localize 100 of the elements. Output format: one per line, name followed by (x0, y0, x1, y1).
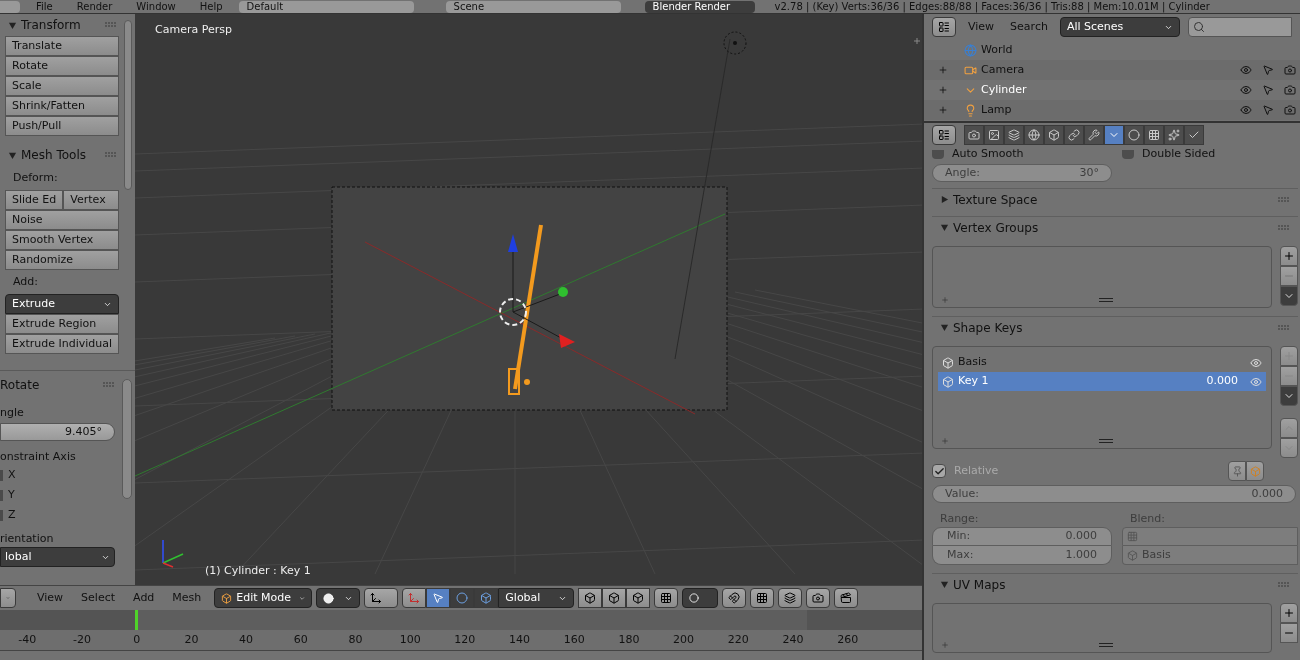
renderability-icon[interactable] (1284, 104, 1296, 116)
relative-key-field[interactable]: Basis (1122, 546, 1298, 565)
menu-item[interactable]: Mesh (163, 589, 211, 607)
scale-toggle[interactable] (474, 588, 499, 608)
context-tab[interactable] (1064, 125, 1084, 145)
add-button[interactable] (1280, 346, 1298, 366)
select-mode-button[interactable] (578, 588, 603, 608)
scene-field[interactable]: Scene (445, 0, 621, 13)
visibility-icon[interactable] (1240, 104, 1252, 116)
expand-icon[interactable] (938, 85, 948, 95)
tool-button[interactable]: Randomize (5, 250, 120, 270)
editor-type-button[interactable] (0, 588, 16, 608)
menu-item[interactable]: Search (1006, 18, 1052, 36)
selectability-icon[interactable] (1262, 84, 1274, 96)
edit-mode-button[interactable] (1246, 461, 1264, 481)
tool-button[interactable]: Push/Pull (5, 116, 120, 136)
vertex-group-field[interactable] (1122, 527, 1298, 546)
visibility-icon[interactable] (1240, 64, 1252, 76)
collapse-triangle-icon[interactable] (940, 223, 949, 232)
editor-type-button[interactable] (932, 125, 956, 145)
specials-button[interactable] (1280, 386, 1298, 406)
add-button[interactable] (1280, 603, 1298, 623)
menu-item[interactable]: View (28, 589, 73, 607)
tool-button[interactable]: Slide Ed (5, 190, 64, 210)
remove-button[interactable] (1280, 623, 1298, 643)
expand-icon[interactable] (938, 65, 948, 75)
context-tab[interactable] (1044, 125, 1064, 145)
rotate-toggle[interactable] (450, 588, 475, 608)
add-filter-icon[interactable] (941, 296, 949, 304)
move-down-button[interactable] (1280, 438, 1298, 458)
visibility-icon[interactable] (1250, 356, 1262, 369)
angle-field[interactable]: Angle: 30° (932, 164, 1112, 182)
animation-button[interactable] (834, 588, 859, 608)
render-engine-dropdown[interactable]: Blender Render (644, 0, 755, 13)
value-field[interactable]: Value: 0.000 (932, 485, 1296, 503)
collapse-triangle-icon[interactable] (940, 323, 949, 332)
orientation-dropdown[interactable]: lobal (0, 547, 115, 567)
grip-icon[interactable] (1278, 224, 1290, 231)
context-tab[interactable] (1104, 125, 1124, 145)
grip-icon[interactable] (1278, 196, 1290, 203)
collapse-triangle-icon[interactable] (940, 195, 949, 204)
remove-button[interactable] (1280, 266, 1298, 286)
resize-grip-icon[interactable] (1099, 298, 1113, 302)
move-up-button[interactable] (1280, 418, 1298, 438)
search-field[interactable] (1187, 17, 1292, 37)
grip-icon[interactable] (105, 152, 118, 158)
panel-header[interactable]: UV Maps (932, 573, 1298, 595)
resize-grip-icon[interactable] (1099, 439, 1113, 443)
translate-toggle[interactable] (426, 588, 451, 608)
corner-plus-icon[interactable] (913, 37, 921, 45)
grip-icon[interactable] (105, 22, 118, 28)
angle-field[interactable]: 9.405° (0, 423, 115, 441)
render-button[interactable] (806, 588, 831, 608)
mode-dropdown[interactable]: Edit Mode (214, 588, 313, 608)
context-tab[interactable] (1084, 125, 1104, 145)
context-tab[interactable] (984, 125, 1004, 145)
tool-button[interactable]: Extrude Individual (5, 334, 120, 354)
outliner-row[interactable]: Camera (924, 60, 1300, 80)
selectability-icon[interactable] (1262, 104, 1274, 116)
grip-icon[interactable] (103, 382, 115, 388)
menu-item[interactable]: Window (128, 0, 184, 13)
scrollbar[interactable] (122, 379, 132, 499)
proportional-dropdown[interactable] (682, 588, 719, 608)
checkbox[interactable] (0, 469, 3, 481)
panel-header[interactable]: Vertex Groups (932, 216, 1298, 238)
snap-toggle[interactable] (722, 588, 747, 608)
tool-button[interactable]: Rotate (5, 56, 120, 76)
menu-item[interactable]: Add (124, 589, 164, 607)
filter-dropdown[interactable]: All Scenes (1059, 17, 1180, 37)
select-mode-button[interactable] (626, 588, 651, 608)
shape-key-row[interactable]: Key 1 0.000 (938, 372, 1266, 391)
select-mode-button[interactable] (602, 588, 627, 608)
renderability-icon[interactable] (1284, 84, 1296, 96)
add-filter-icon[interactable] (941, 437, 949, 445)
tool-button[interactable]: Smooth Vertex (5, 230, 120, 250)
specials-button[interactable] (1280, 286, 1298, 306)
pin-button[interactable] (1228, 461, 1246, 481)
expand-icon[interactable] (938, 105, 948, 115)
current-frame-marker[interactable] (135, 610, 138, 630)
tool-button[interactable]: Translate (5, 36, 120, 56)
layers-button[interactable] (778, 588, 803, 608)
panel-header[interactable]: Texture Space (932, 188, 1298, 210)
collapse-triangle-icon[interactable] (940, 580, 949, 589)
collapse-triangle-icon[interactable] (8, 20, 17, 30)
tool-button[interactable]: Noise (5, 210, 120, 230)
visibility-icon[interactable] (1240, 84, 1252, 96)
context-tab[interactable] (1124, 125, 1144, 145)
manipulator-toggle[interactable] (402, 588, 427, 608)
menu-item[interactable]: View (964, 18, 999, 36)
checkbox[interactable] (0, 509, 3, 521)
checkbox[interactable] (0, 489, 3, 501)
renderability-icon[interactable] (1284, 64, 1296, 76)
viewport[interactable]: Camera Persp (1) Cylinder : Key 1 (135, 14, 922, 585)
menu-item[interactable]: Select (72, 589, 125, 607)
add-filter-icon[interactable] (941, 641, 949, 649)
context-tab[interactable] (1164, 125, 1184, 145)
pivot-dropdown[interactable] (364, 588, 399, 608)
occlude-toggle[interactable] (654, 588, 679, 608)
dropdown[interactable]: Extrude (5, 294, 120, 314)
panel-header[interactable]: Shape Keys (932, 316, 1298, 338)
